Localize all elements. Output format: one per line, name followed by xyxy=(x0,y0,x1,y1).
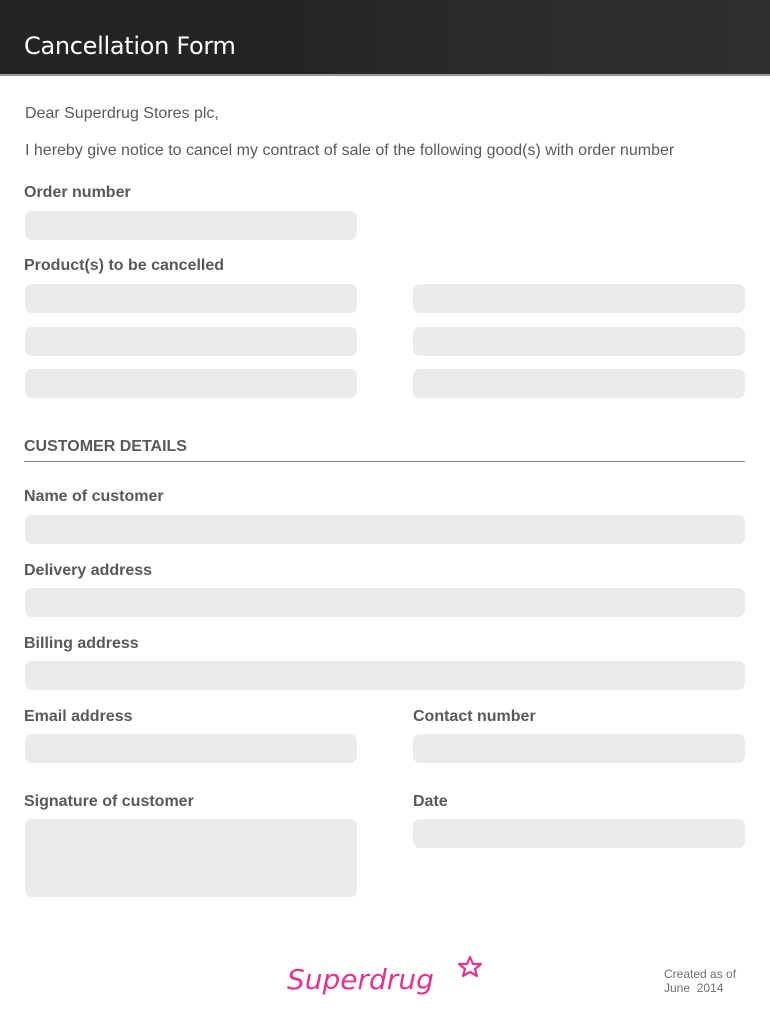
greeting-text: Dear Superdrug Stores plc, xyxy=(25,105,219,122)
form-header: Cancellation Form xyxy=(0,0,770,76)
billing-address-field[interactable] xyxy=(25,661,745,690)
customer-details-heading: CUSTOMER DETAILS xyxy=(24,438,187,455)
page-title: Cancellation Form xyxy=(24,32,236,60)
contact-number-field[interactable] xyxy=(413,734,745,763)
delivery-address-field[interactable] xyxy=(25,588,745,617)
signature-label: Signature of customer xyxy=(24,793,194,810)
product-field-5[interactable] xyxy=(25,369,357,398)
brand-wordmark: Superdrug xyxy=(287,963,434,996)
products-label: Product(s) to be cancelled xyxy=(24,257,225,274)
order-number-label: Order number xyxy=(24,184,131,201)
product-field-3[interactable] xyxy=(25,327,357,356)
created-date: Created as of June 2014 xyxy=(664,967,736,995)
delivery-address-label: Delivery address xyxy=(24,562,153,579)
star-icon xyxy=(457,955,483,978)
contact-number-label: Contact number xyxy=(413,708,536,725)
email-field[interactable] xyxy=(25,734,357,763)
order-number-field[interactable] xyxy=(25,211,357,240)
email-label: Email address xyxy=(24,708,133,725)
product-field-4[interactable] xyxy=(413,327,745,356)
created-line-2: June 2014 xyxy=(664,981,724,995)
product-field-6[interactable] xyxy=(413,369,745,398)
billing-address-label: Billing address xyxy=(24,635,139,652)
notice-text: I hereby give notice to cancel my contra… xyxy=(25,142,675,159)
section-divider xyxy=(24,461,745,462)
created-line-1: Created as of xyxy=(664,967,737,981)
product-field-1[interactable] xyxy=(25,284,357,313)
product-field-2[interactable] xyxy=(413,284,745,313)
customer-name-label: Name of customer xyxy=(24,488,164,505)
superdrug-logo: Superdrug xyxy=(287,955,487,1005)
signature-field[interactable] xyxy=(25,819,357,897)
date-label: Date xyxy=(413,793,448,810)
date-field[interactable] xyxy=(413,819,745,848)
customer-name-field[interactable] xyxy=(25,515,745,544)
